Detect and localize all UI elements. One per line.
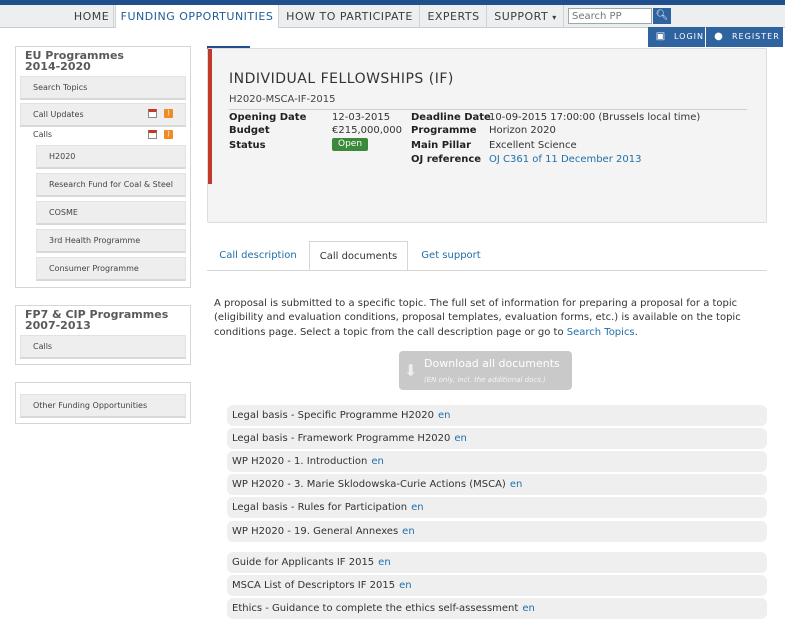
- oj-reference-label: OJ reference: [411, 154, 482, 165]
- download-icon: ⬇: [404, 361, 418, 380]
- nav-experts[interactable]: EXPERTS: [421, 5, 487, 28]
- download-all-button[interactable]: ⬇ Download all documents (EN only, incl.…: [399, 351, 572, 390]
- document-title: Legal basis - Rules for Participation: [232, 502, 408, 513]
- tab-call-description[interactable]: Call description: [208, 241, 308, 271]
- document-item: WP H2020 - 19. General Annexes en: [227, 521, 767, 542]
- intro-text: A proposal is submitted to a specific to…: [214, 297, 754, 340]
- call-identifier: H2020-MSCA-IF-2015: [229, 94, 336, 105]
- download-label: Download all documents: [424, 357, 560, 370]
- status-label: Status: [229, 140, 266, 151]
- search-input[interactable]: [568, 8, 652, 24]
- document-en-link[interactable]: en: [378, 557, 391, 568]
- chevron-down-icon: ▾: [552, 13, 557, 22]
- tab-call-documents[interactable]: Call documents: [309, 241, 408, 271]
- nav-how-to-participate[interactable]: HOW TO PARTICIPATE: [280, 5, 420, 28]
- opening-date-label: Opening Date: [229, 112, 307, 123]
- document-title: WP H2020 - 3. Marie Sklodowska-Curie Act…: [232, 479, 506, 490]
- budget-label: Budget: [229, 125, 270, 136]
- search-icon: 🔍︎: [655, 10, 669, 21]
- document-title: WP H2020 - 19. General Annexes: [232, 526, 399, 537]
- document-title: Legal basis - Specific Programme H2020: [232, 410, 434, 421]
- search-button[interactable]: 🔍︎: [653, 8, 671, 24]
- intro-body: A proposal is submitted to a specific to…: [214, 298, 741, 338]
- document-item: Guide for Applicants IF 2015 en: [227, 552, 767, 573]
- document-en-link[interactable]: en: [438, 410, 451, 421]
- calendar-icon[interactable]: [148, 109, 157, 118]
- deadline-label: Deadline Date: [411, 112, 491, 123]
- deadline-value: 10-09-2015 17:00:00 (Brussels local time…: [489, 112, 701, 123]
- rss-icon[interactable]: ): [164, 109, 173, 118]
- document-item: WP H2020 - 1. Introduction en: [227, 451, 767, 472]
- sidebar-item-other-funding[interactable]: Other Funding Opportunities: [20, 394, 186, 418]
- document-title: MSCA List of Descriptors IF 2015: [232, 580, 396, 591]
- document-en-link[interactable]: en: [522, 603, 535, 614]
- budget-value: €215,000,000: [332, 125, 402, 136]
- login-button[interactable]: ▣ LOGIN: [648, 27, 705, 47]
- status-badge: Open: [332, 138, 369, 151]
- user-icon: ●: [714, 31, 724, 42]
- document-en-link[interactable]: en: [510, 479, 523, 490]
- document-item: Legal basis - Rules for Participation en: [227, 497, 767, 518]
- nav-support-label: SUPPORT: [494, 10, 549, 23]
- document-title: Legal basis - Framework Programme H2020: [232, 433, 451, 444]
- nav-home[interactable]: HOME: [70, 5, 114, 28]
- call-summary-card: INDIVIDUAL FELLOWSHIPS (IF) H2020-MSCA-I…: [207, 48, 767, 223]
- divider: [229, 109, 747, 110]
- tabs-divider: [207, 270, 767, 271]
- document-item: MSCA List of Descriptors IF 2015 en: [227, 575, 767, 596]
- document-en-link[interactable]: en: [454, 433, 467, 444]
- sidebar-fp7-title: FP7 & CIP Programmes 2007-2013: [25, 308, 169, 332]
- login-label: LOGIN: [674, 32, 705, 41]
- sidebar-item-calls[interactable]: Calls: [33, 130, 52, 139]
- opening-date-value: 12-03-2015: [332, 112, 391, 123]
- document-title: Guide for Applicants IF 2015: [232, 557, 375, 568]
- document-item: Ethics - Guidance to complete the ethics…: [227, 598, 767, 619]
- programme-value: Horizon 2020: [489, 125, 556, 136]
- document-item: Legal basis - Specific Programme H2020 en: [227, 405, 767, 426]
- document-en-link[interactable]: en: [411, 502, 424, 513]
- main-pillar-label: Main Pillar: [411, 140, 472, 151]
- tab-get-support[interactable]: Get support: [412, 241, 490, 271]
- calendar-icon[interactable]: [148, 130, 157, 139]
- document-en-link[interactable]: en: [399, 580, 412, 591]
- sidebar-item-consumer[interactable]: Consumer Programme: [36, 257, 186, 281]
- sidebar-item-search-topics[interactable]: Search Topics: [20, 76, 186, 100]
- document-item: Legal basis - Framework Programme H2020 e…: [227, 428, 767, 449]
- register-label: REGISTER: [732, 32, 780, 41]
- intro-end: .: [634, 326, 638, 338]
- document-title: WP H2020 - 1. Introduction: [232, 456, 368, 467]
- rss-icon[interactable]: ): [164, 130, 173, 139]
- sidebar-item-health[interactable]: 3rd Health Programme: [36, 229, 186, 253]
- download-note: (EN only, incl. the additional docs.): [424, 376, 546, 384]
- accent-bar: [208, 49, 212, 184]
- oj-reference-link[interactable]: OJ C361 of 11 December 2013: [489, 154, 641, 166]
- lock-icon: ▣: [655, 31, 667, 42]
- sidebar-other: Other Funding Opportunities: [15, 382, 191, 424]
- sidebar-eu-title: EU Programmes 2014-2020: [25, 49, 124, 73]
- sidebar-item-call-updates[interactable]: Call Updates: [20, 103, 186, 127]
- nav-support[interactable]: SUPPORT ▾: [488, 5, 564, 28]
- document-en-link[interactable]: en: [371, 456, 384, 467]
- sidebar-eu-programmes: EU Programmes 2014-2020 Search Topics Ca…: [15, 46, 191, 288]
- document-title: Ethics - Guidance to complete the ethics…: [232, 603, 519, 614]
- sidebar-item-fp7-calls[interactable]: Calls: [20, 335, 186, 359]
- nav-funding-opportunities[interactable]: FUNDING OPPORTUNITIES: [115, 5, 279, 28]
- sidebar-item-cosme[interactable]: COSME: [36, 201, 186, 225]
- programme-label: Programme: [411, 125, 477, 136]
- register-button[interactable]: ● REGISTER: [706, 27, 783, 47]
- call-title: INDIVIDUAL FELLOWSHIPS (IF): [229, 71, 454, 87]
- document-en-link[interactable]: en: [402, 526, 415, 537]
- main-pillar-value: Excellent Science: [489, 140, 577, 151]
- sidebar-item-rfcs[interactable]: Research Fund for Coal & Steel: [36, 173, 186, 197]
- sidebar-item-h2020[interactable]: H2020: [36, 145, 186, 169]
- document-item: WP H2020 - 3. Marie Sklodowska-Curie Act…: [227, 474, 767, 495]
- sidebar-fp7-programmes: FP7 & CIP Programmes 2007-2013 Calls: [15, 305, 191, 365]
- search-topics-link[interactable]: Search Topics: [567, 327, 635, 338]
